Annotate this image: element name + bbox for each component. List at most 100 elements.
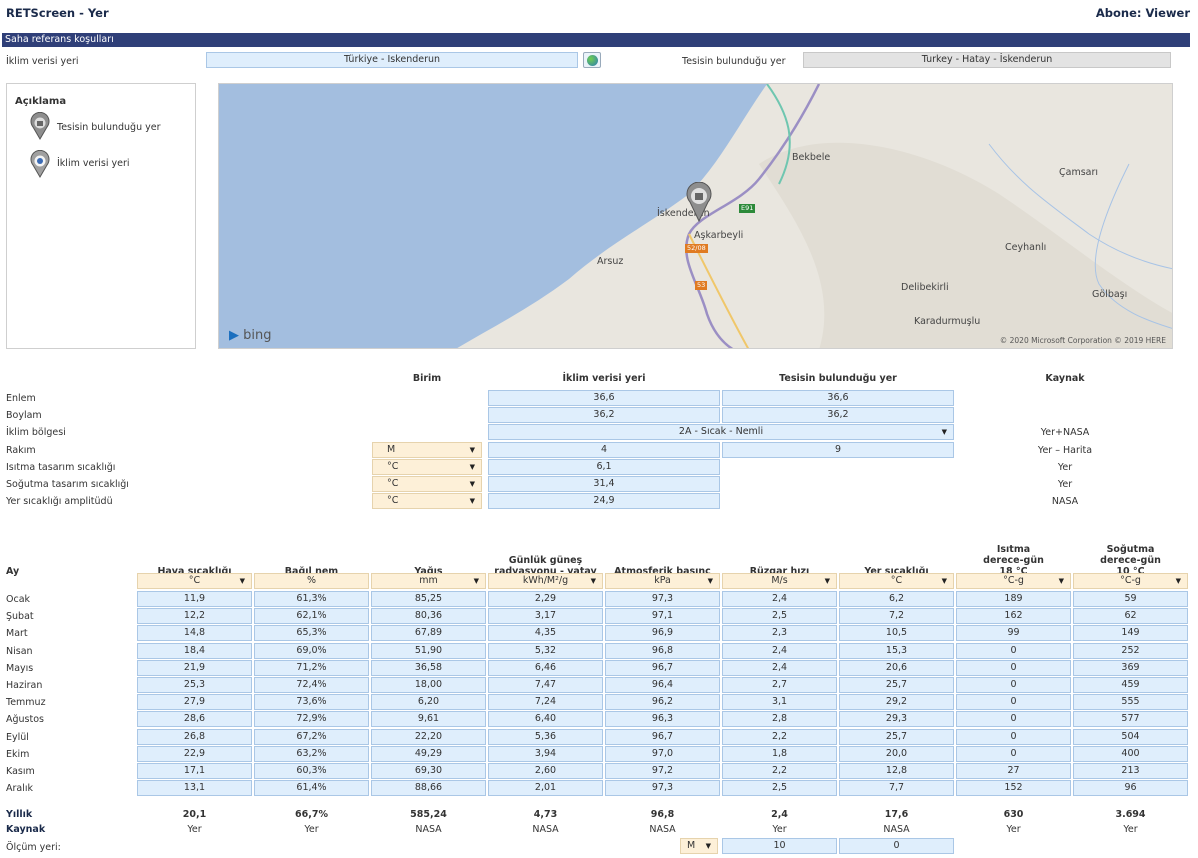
cooling-degree-days-cell[interactable]: 555	[1073, 694, 1188, 711]
ground-temp-cell[interactable]: 25,7	[839, 728, 954, 745]
pressure-cell[interactable]: 96,2	[605, 694, 720, 711]
precipitation-cell[interactable]: 80,36	[371, 608, 486, 625]
wind-speed-cell[interactable]: 2,5	[722, 780, 837, 797]
climate-location-input[interactable]: Türkiye - Iskenderun	[206, 52, 578, 68]
humidity-cell[interactable]: 65,3%	[254, 625, 369, 642]
precipitation-cell[interactable]: 49,29	[371, 745, 486, 762]
humidity-cell[interactable]: 69,0%	[254, 642, 369, 659]
air-temp-cell[interactable]: 27,9	[137, 694, 252, 711]
ground-temp-cell[interactable]: 20,0	[839, 745, 954, 762]
heating-degree-days-cell[interactable]: 189	[956, 591, 1071, 607]
solar-radiation-cell[interactable]: 7,47	[488, 677, 603, 693]
air-temp-unit-select[interactable]: °C	[137, 573, 252, 589]
pressure-cell[interactable]: 96,4	[605, 677, 720, 693]
ground-temp-cell[interactable]: 10,5	[839, 625, 954, 642]
precipitation-cell[interactable]: 36,58	[371, 659, 486, 676]
heating-degree-days-cell[interactable]: 27	[956, 763, 1071, 779]
cooling-degree-days-cell[interactable]: 149	[1073, 625, 1188, 642]
heating-degree-days-cell[interactable]: 0	[956, 659, 1071, 676]
solar-radiation-cell[interactable]: 6,40	[488, 711, 603, 728]
measurement-unit-select[interactable]: M	[680, 838, 718, 854]
air-temp-cell[interactable]: 14,8	[137, 625, 252, 642]
precipitation-cell[interactable]: 22,20	[371, 728, 486, 745]
humidity-cell[interactable]: 71,2%	[254, 659, 369, 676]
air-temp-cell[interactable]: 21,9	[137, 659, 252, 676]
ground-measurement-depth[interactable]: 0	[839, 838, 954, 854]
humidity-cell[interactable]: 61,4%	[254, 780, 369, 797]
heating-degree-days-cell[interactable]: 162	[956, 608, 1071, 625]
humidity-cell[interactable]: 73,6%	[254, 694, 369, 711]
ground-temp-amplitude-unit-select[interactable]: °C	[372, 493, 482, 510]
humidity-cell[interactable]: 72,9%	[254, 711, 369, 728]
ground-temp-cell[interactable]: 20,6	[839, 659, 954, 676]
longitude-facility-value[interactable]: 36,2	[722, 407, 954, 424]
elevation-unit-select[interactable]: M	[372, 441, 482, 458]
wind-speed-cell[interactable]: 2,4	[722, 642, 837, 659]
cooling-degree-days-unit-select[interactable]: °C-g	[1073, 573, 1188, 589]
cooling-design-temp-climate-value[interactable]: 31,4	[488, 476, 720, 492]
humidity-cell[interactable]: 60,3%	[254, 763, 369, 779]
cooling-degree-days-cell[interactable]: 213	[1073, 763, 1188, 779]
cooling-degree-days-cell[interactable]: 577	[1073, 711, 1188, 728]
precipitation-cell[interactable]: 69,30	[371, 763, 486, 779]
pressure-cell[interactable]: 97,3	[605, 591, 720, 607]
precipitation-cell[interactable]: 51,90	[371, 642, 486, 659]
wind-speed-cell[interactable]: 2,2	[722, 728, 837, 745]
pressure-unit-select[interactable]: kPa	[605, 573, 720, 589]
heating-design-temp-climate-value[interactable]: 6,1	[488, 458, 720, 475]
ground-temp-amplitude-climate-value[interactable]: 24,9	[488, 493, 720, 510]
wind-speed-cell[interactable]: 2,2	[722, 763, 837, 779]
ground-temp-cell[interactable]: 7,2	[839, 608, 954, 625]
air-temp-cell[interactable]: 11,9	[137, 591, 252, 607]
wind-speed-cell[interactable]: 1,8	[722, 745, 837, 762]
ground-temp-cell[interactable]: 7,7	[839, 780, 954, 797]
elevation-facility-value[interactable]: 9	[722, 441, 954, 458]
wind-speed-cell[interactable]: 2,4	[722, 591, 837, 607]
solar-radiation-cell[interactable]: 6,46	[488, 659, 603, 676]
location-map[interactable]: Bekbele Çamsarı İskenderun Aşkarbeyli Ar…	[218, 83, 1173, 349]
latitude-climate-value[interactable]: 36,6	[488, 390, 720, 406]
air-temp-cell[interactable]: 18,4	[137, 642, 252, 659]
wind-speed-cell[interactable]: 2,5	[722, 608, 837, 625]
cooling-degree-days-cell[interactable]: 62	[1073, 608, 1188, 625]
cooling-degree-days-cell[interactable]: 96	[1073, 780, 1188, 797]
air-temp-cell[interactable]: 17,1	[137, 763, 252, 779]
climate-zone-select[interactable]: 2A - Sıcak - Nemli	[488, 424, 954, 441]
solar-radiation-cell[interactable]: 3,94	[488, 745, 603, 762]
globe-button[interactable]	[583, 52, 601, 68]
air-temp-cell[interactable]: 25,3	[137, 677, 252, 693]
latitude-facility-value[interactable]: 36,6	[722, 390, 954, 406]
wind-speed-cell[interactable]: 2,3	[722, 625, 837, 642]
solar-radiation-cell[interactable]: 4,35	[488, 625, 603, 642]
precipitation-cell[interactable]: 88,66	[371, 780, 486, 797]
solar-radiation-cell[interactable]: 2,29	[488, 591, 603, 607]
heating-design-temp-unit-select[interactable]: °C	[372, 458, 482, 475]
heating-degree-days-unit-select[interactable]: °C-g	[956, 573, 1071, 589]
wind-speed-cell[interactable]: 3,1	[722, 694, 837, 711]
humidity-cell[interactable]: 61,3%	[254, 591, 369, 607]
humidity-cell[interactable]: 62,1%	[254, 608, 369, 625]
heating-degree-days-cell[interactable]: 0	[956, 677, 1071, 693]
ground-temp-cell[interactable]: 6,2	[839, 591, 954, 607]
ground-temp-cell[interactable]: 25,7	[839, 677, 954, 693]
ground-temp-unit-select[interactable]: °C	[839, 573, 954, 589]
cooling-design-temp-unit-select[interactable]: °C	[372, 476, 482, 492]
pressure-cell[interactable]: 96,3	[605, 711, 720, 728]
pressure-cell[interactable]: 96,8	[605, 642, 720, 659]
solar-radiation-cell[interactable]: 3,17	[488, 608, 603, 625]
solar-radiation-cell[interactable]: 5,36	[488, 728, 603, 745]
pressure-cell[interactable]: 96,7	[605, 728, 720, 745]
air-temp-cell[interactable]: 28,6	[137, 711, 252, 728]
pressure-cell[interactable]: 97,2	[605, 763, 720, 779]
wind-speed-unit-select[interactable]: M/s	[722, 573, 837, 589]
solar-radiation-cell[interactable]: 2,60	[488, 763, 603, 779]
elevation-climate-value[interactable]: 4	[488, 441, 720, 458]
precipitation-cell[interactable]: 9,61	[371, 711, 486, 728]
facility-map-marker-icon[interactable]	[685, 182, 713, 222]
solar-radiation-cell[interactable]: 7,24	[488, 694, 603, 711]
heating-degree-days-cell[interactable]: 0	[956, 728, 1071, 745]
cooling-degree-days-cell[interactable]: 59	[1073, 591, 1188, 607]
heating-degree-days-cell[interactable]: 152	[956, 780, 1071, 797]
humidity-cell[interactable]: 72,4%	[254, 677, 369, 693]
cooling-degree-days-cell[interactable]: 369	[1073, 659, 1188, 676]
